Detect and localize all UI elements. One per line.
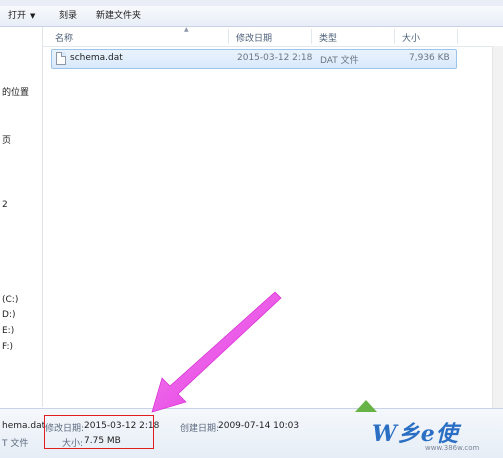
arrow-annotation-icon — [151, 291, 282, 413]
